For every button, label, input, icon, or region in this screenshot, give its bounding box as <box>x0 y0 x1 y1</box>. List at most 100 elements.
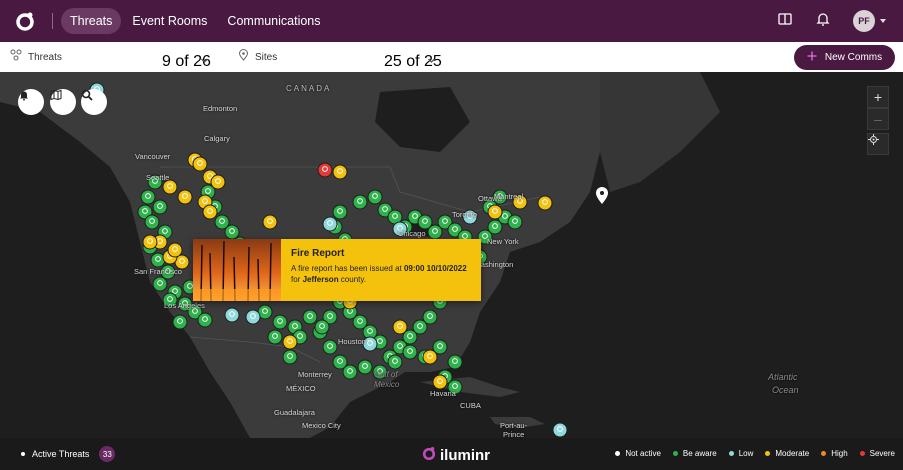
label-chicago: Chicago <box>398 229 426 238</box>
label-port-au-prince-2: Prince <box>503 430 525 438</box>
map-search-button[interactable] <box>81 89 107 115</box>
threat-marker-low[interactable] <box>224 307 240 323</box>
nav-separator <box>52 13 53 29</box>
legend-dot <box>859 451 865 456</box>
zoom-in-button[interactable]: + <box>867 86 889 108</box>
label-guadalajara: Guadalajara <box>274 408 315 417</box>
new-comms-button[interactable]: New Comms <box>794 45 895 70</box>
wildfire-photo <box>193 239 281 301</box>
sites-filter-label: Sites <box>255 51 278 63</box>
threat-marker-be-aware[interactable] <box>332 204 348 220</box>
threat-marker-low[interactable] <box>322 216 338 232</box>
threat-marker-be-aware[interactable] <box>267 329 283 345</box>
threat-marker-moderate[interactable] <box>537 195 553 211</box>
label-toronto: Toronto <box>452 210 478 219</box>
threat-marker-moderate[interactable] <box>202 204 218 220</box>
threat-marker-be-aware[interactable] <box>224 224 240 240</box>
label-mexico-city: Mexico City <box>302 421 341 430</box>
threat-marker-moderate[interactable] <box>192 156 208 172</box>
threat-marker-be-aware[interactable] <box>352 194 368 210</box>
minus-icon: – <box>874 111 882 127</box>
threat-marker-be-aware[interactable] <box>357 359 373 375</box>
tab-event-rooms[interactable]: Event Rooms <box>123 8 216 34</box>
label-montreal: Montreal <box>494 192 524 201</box>
label-gulf-2: Mexico <box>374 380 400 389</box>
threat-marker-be-aware[interactable] <box>367 189 383 205</box>
threat-marker-be-aware[interactable] <box>314 319 330 335</box>
label-mexico: MÉXICO <box>286 384 316 393</box>
active-threats-toggle[interactable]: Active Threats 33 <box>20 446 116 462</box>
app-root: Threats Event Rooms Communications PF Th… <box>0 0 903 470</box>
threat-marker-be-aware[interactable] <box>342 364 358 380</box>
threat-marker-be-aware[interactable] <box>302 309 318 325</box>
brand-logo: iluminr <box>422 446 490 464</box>
threat-marker-be-aware[interactable] <box>322 339 338 355</box>
nav-actions: PF <box>777 10 887 32</box>
label-canada: CANADA <box>286 84 332 93</box>
threats-filter[interactable]: Threats <box>10 42 62 72</box>
threat-marker-severe[interactable] <box>317 162 333 178</box>
threat-marker-be-aware[interactable] <box>447 354 463 370</box>
threat-marker-be-aware[interactable] <box>152 276 168 292</box>
threats-filter-icon <box>10 48 22 66</box>
threat-marker-moderate[interactable] <box>167 242 183 258</box>
book-icon[interactable] <box>777 11 793 32</box>
threat-marker-moderate[interactable] <box>487 204 503 220</box>
iluminr-logo-icon[interactable] <box>12 8 38 34</box>
top-navigation: Threats Event Rooms Communications PF <box>0 0 903 42</box>
threat-marker-moderate[interactable] <box>162 179 178 195</box>
threat-marker-be-aware[interactable] <box>144 214 160 230</box>
fire-report-popup[interactable]: Fire Report A fire report has been issue… <box>193 239 481 301</box>
legend-dot <box>728 451 734 456</box>
threat-marker-moderate[interactable] <box>142 234 158 250</box>
label-edmonton: Edmonton <box>203 104 238 113</box>
threat-marker-be-aware[interactable] <box>282 349 298 365</box>
legend-dot <box>672 451 678 456</box>
legend-label: High <box>831 449 848 458</box>
threat-marker-moderate[interactable] <box>210 174 226 190</box>
tab-threats[interactable]: Threats <box>61 8 122 34</box>
threat-marker-moderate[interactable] <box>422 349 438 365</box>
map-layers-button[interactable] <box>50 89 76 115</box>
legend-label: Low <box>738 449 754 458</box>
threat-marker-low[interactable] <box>245 309 261 325</box>
threat-marker-moderate[interactable] <box>282 334 298 350</box>
legend-label: Be aware <box>682 449 717 458</box>
legend-item: Be aware <box>672 449 717 458</box>
fire-report-body: Fire Report A fire report has been issue… <box>281 239 481 301</box>
threat-marker-be-aware[interactable] <box>387 354 403 370</box>
legend-item: Moderate <box>765 449 809 458</box>
zoom-out-button[interactable]: – <box>867 108 889 130</box>
threat-marker-be-aware[interactable] <box>197 312 213 328</box>
tab-communications[interactable]: Communications <box>218 8 329 34</box>
sites-filter[interactable]: Sites <box>238 42 277 72</box>
legend-item: Not active <box>615 449 661 458</box>
threat-marker-be-aware[interactable] <box>402 344 418 360</box>
threat-marker-moderate[interactable] <box>332 164 348 180</box>
threat-marker-moderate[interactable] <box>392 319 408 335</box>
threat-map[interactable]: CANADA Edmonton Calgary Vancouver Seattl… <box>0 72 903 438</box>
user-menu[interactable]: PF <box>853 10 887 32</box>
fire-report-datetime: 09:00 10/10/2022 <box>403 264 467 273</box>
alert-filter-button[interactable] <box>18 89 44 115</box>
threat-marker-moderate[interactable] <box>262 214 278 230</box>
threat-marker-be-aware[interactable] <box>272 314 288 330</box>
sites-chevron-down-icon[interactable] <box>427 52 436 70</box>
threats-chevron-down-icon[interactable] <box>200 52 209 70</box>
threat-marker-be-aware[interactable] <box>140 189 156 205</box>
threat-marker-be-aware[interactable] <box>507 214 523 230</box>
threat-marker-be-aware[interactable] <box>152 199 168 215</box>
threat-marker-low[interactable] <box>552 422 568 438</box>
plus-icon <box>807 51 817 64</box>
fire-report-message: A fire report has been issued at 09:00 1… <box>291 263 471 285</box>
label-san-francisco: San Francisco <box>134 267 182 276</box>
threat-marker-be-aware[interactable] <box>172 314 188 330</box>
site-pin-center <box>600 191 604 195</box>
label-atlantic-2: Ocean <box>772 385 799 395</box>
fire-report-title: Fire Report <box>291 248 345 259</box>
legend-item: High <box>821 449 848 458</box>
threat-marker-moderate[interactable] <box>177 189 193 205</box>
threat-marker-moderate[interactable] <box>432 374 448 390</box>
locate-button[interactable] <box>867 133 889 155</box>
bell-icon[interactable] <box>815 11 831 32</box>
